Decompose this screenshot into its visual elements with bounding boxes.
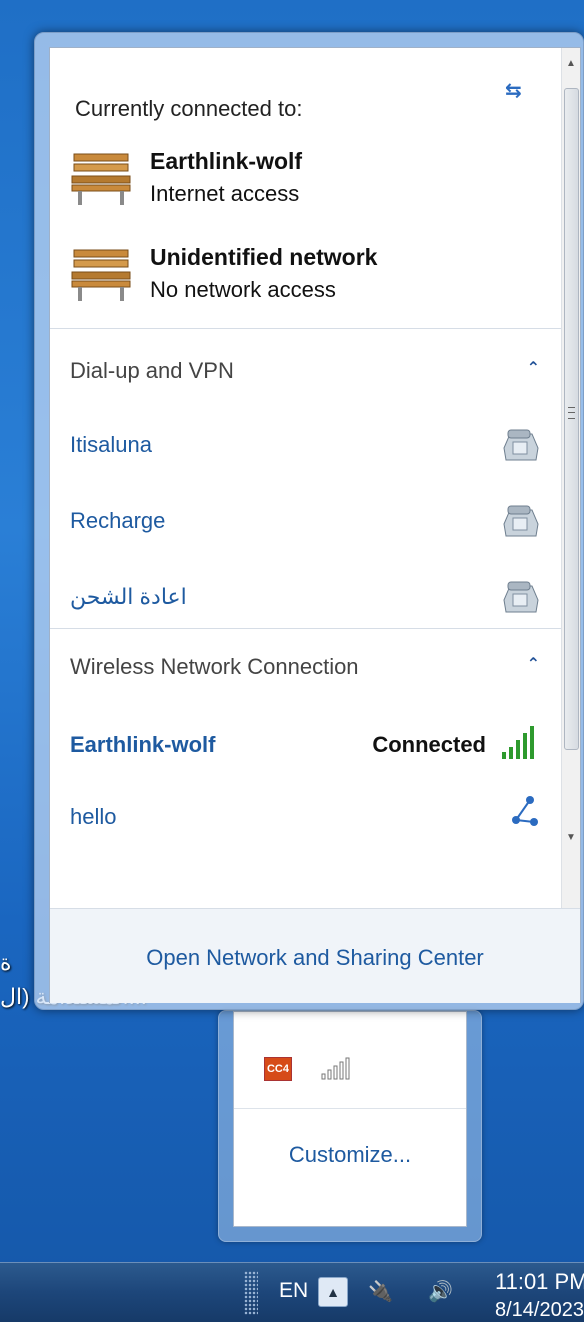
desktop-label-line1: ة	[0, 950, 12, 975]
section-divider	[50, 628, 562, 629]
wireless-item[interactable]: hello	[70, 796, 540, 838]
cc4-tray-icon[interactable]: CC4	[264, 1057, 292, 1081]
dialup-item-name: Itisaluna	[70, 432, 152, 457]
dialup-group-header[interactable]: Dial-up and VPN ⌃	[70, 358, 540, 384]
dialup-item-name: اعادة الشحن	[70, 584, 187, 609]
overflow-icon-row: CC4	[264, 1057, 350, 1081]
wireless-item-name: Earthlink-wolf	[70, 732, 216, 757]
phone-icon	[503, 505, 539, 537]
power-plug-icon[interactable]: 🔌	[368, 1279, 393, 1304]
customize-link[interactable]: Customize...	[234, 1142, 466, 1168]
connection-name: Earthlink-wolf	[150, 148, 303, 174]
chevron-up-icon[interactable]: ⌃	[527, 358, 540, 378]
currently-connected-title: Currently connected to:	[75, 96, 303, 121]
wifi-signal-icon	[502, 726, 534, 759]
adhoc-network-icon	[512, 796, 538, 826]
network-signal-tray-icon[interactable]	[320, 1057, 350, 1081]
volume-icon[interactable]: 🔊	[428, 1279, 453, 1304]
connected-status: Connected	[372, 732, 486, 757]
network-flyout: Currently connected to: ⇆ Earthlink-wolf…	[34, 32, 584, 1010]
taskbar-grip[interactable]	[244, 1271, 258, 1315]
scroll-grip	[568, 407, 575, 419]
clock-date[interactable]: 8/14/2023	[495, 1299, 584, 1322]
wireless-group-header[interactable]: Wireless Network Connection ⌃	[70, 654, 540, 680]
wireless-item-connected[interactable]: Earthlink-wolf Connected	[70, 726, 540, 766]
network-flyout-panel: Currently connected to: ⇆ Earthlink-wolf…	[49, 47, 581, 1003]
current-connection-2: Unidentified network No network access	[70, 244, 377, 304]
scroll-thumb[interactable]	[564, 88, 579, 750]
dialup-group-title: Dial-up and VPN	[70, 358, 234, 383]
current-connection-1: Earthlink-wolf Internet access	[70, 148, 302, 208]
show-hidden-icons-button[interactable]: ▲	[318, 1277, 348, 1307]
taskbar: EN ▲ 🔌 🔊 11:01 PM 8/14/2023	[0, 1262, 584, 1322]
dialup-item[interactable]: Itisaluna	[70, 429, 540, 466]
flyout-footer: Open Network and Sharing Center	[50, 908, 580, 1003]
refresh-icon[interactable]: ⇆	[505, 78, 522, 103]
language-indicator[interactable]: EN	[279, 1279, 308, 1303]
overflow-divider	[234, 1108, 466, 1109]
scroll-down-arrow[interactable]: ▼	[562, 828, 580, 848]
wireless-item-name: hello	[70, 804, 117, 829]
wireless-group-title: Wireless Network Connection	[70, 654, 359, 679]
bench-network-icon	[71, 153, 131, 205]
network-list: Currently connected to: ⇆ Earthlink-wolf…	[50, 48, 562, 908]
connection-status: Internet access	[150, 181, 300, 206]
phone-icon	[503, 429, 539, 461]
dialup-item[interactable]: اعادة الشحن	[70, 581, 540, 618]
open-network-sharing-center-link[interactable]: Open Network and Sharing Center	[50, 945, 580, 971]
dialup-item[interactable]: Recharge	[70, 505, 540, 542]
chevron-up-icon[interactable]: ⌃	[527, 654, 540, 674]
scroll-up-arrow[interactable]: ▲	[562, 54, 580, 74]
notification-overflow-panel: CC4 Customize...	[233, 1011, 467, 1227]
dialup-item-name: Recharge	[70, 508, 166, 533]
notification-overflow: CC4 Customize...	[218, 1010, 482, 1242]
connection-text: Unidentified network No network access	[150, 244, 377, 303]
bench-network-icon	[71, 249, 131, 301]
connection-name: Unidentified network	[150, 244, 378, 270]
clock-time[interactable]: 11:01 PM	[495, 1269, 584, 1295]
section-divider	[50, 328, 562, 329]
connection-text: Earthlink-wolf Internet access	[150, 148, 302, 207]
network-list-scrollbar[interactable]: ▲ ▼	[561, 48, 580, 908]
phone-icon	[503, 581, 539, 613]
connection-status: No network access	[150, 277, 336, 302]
